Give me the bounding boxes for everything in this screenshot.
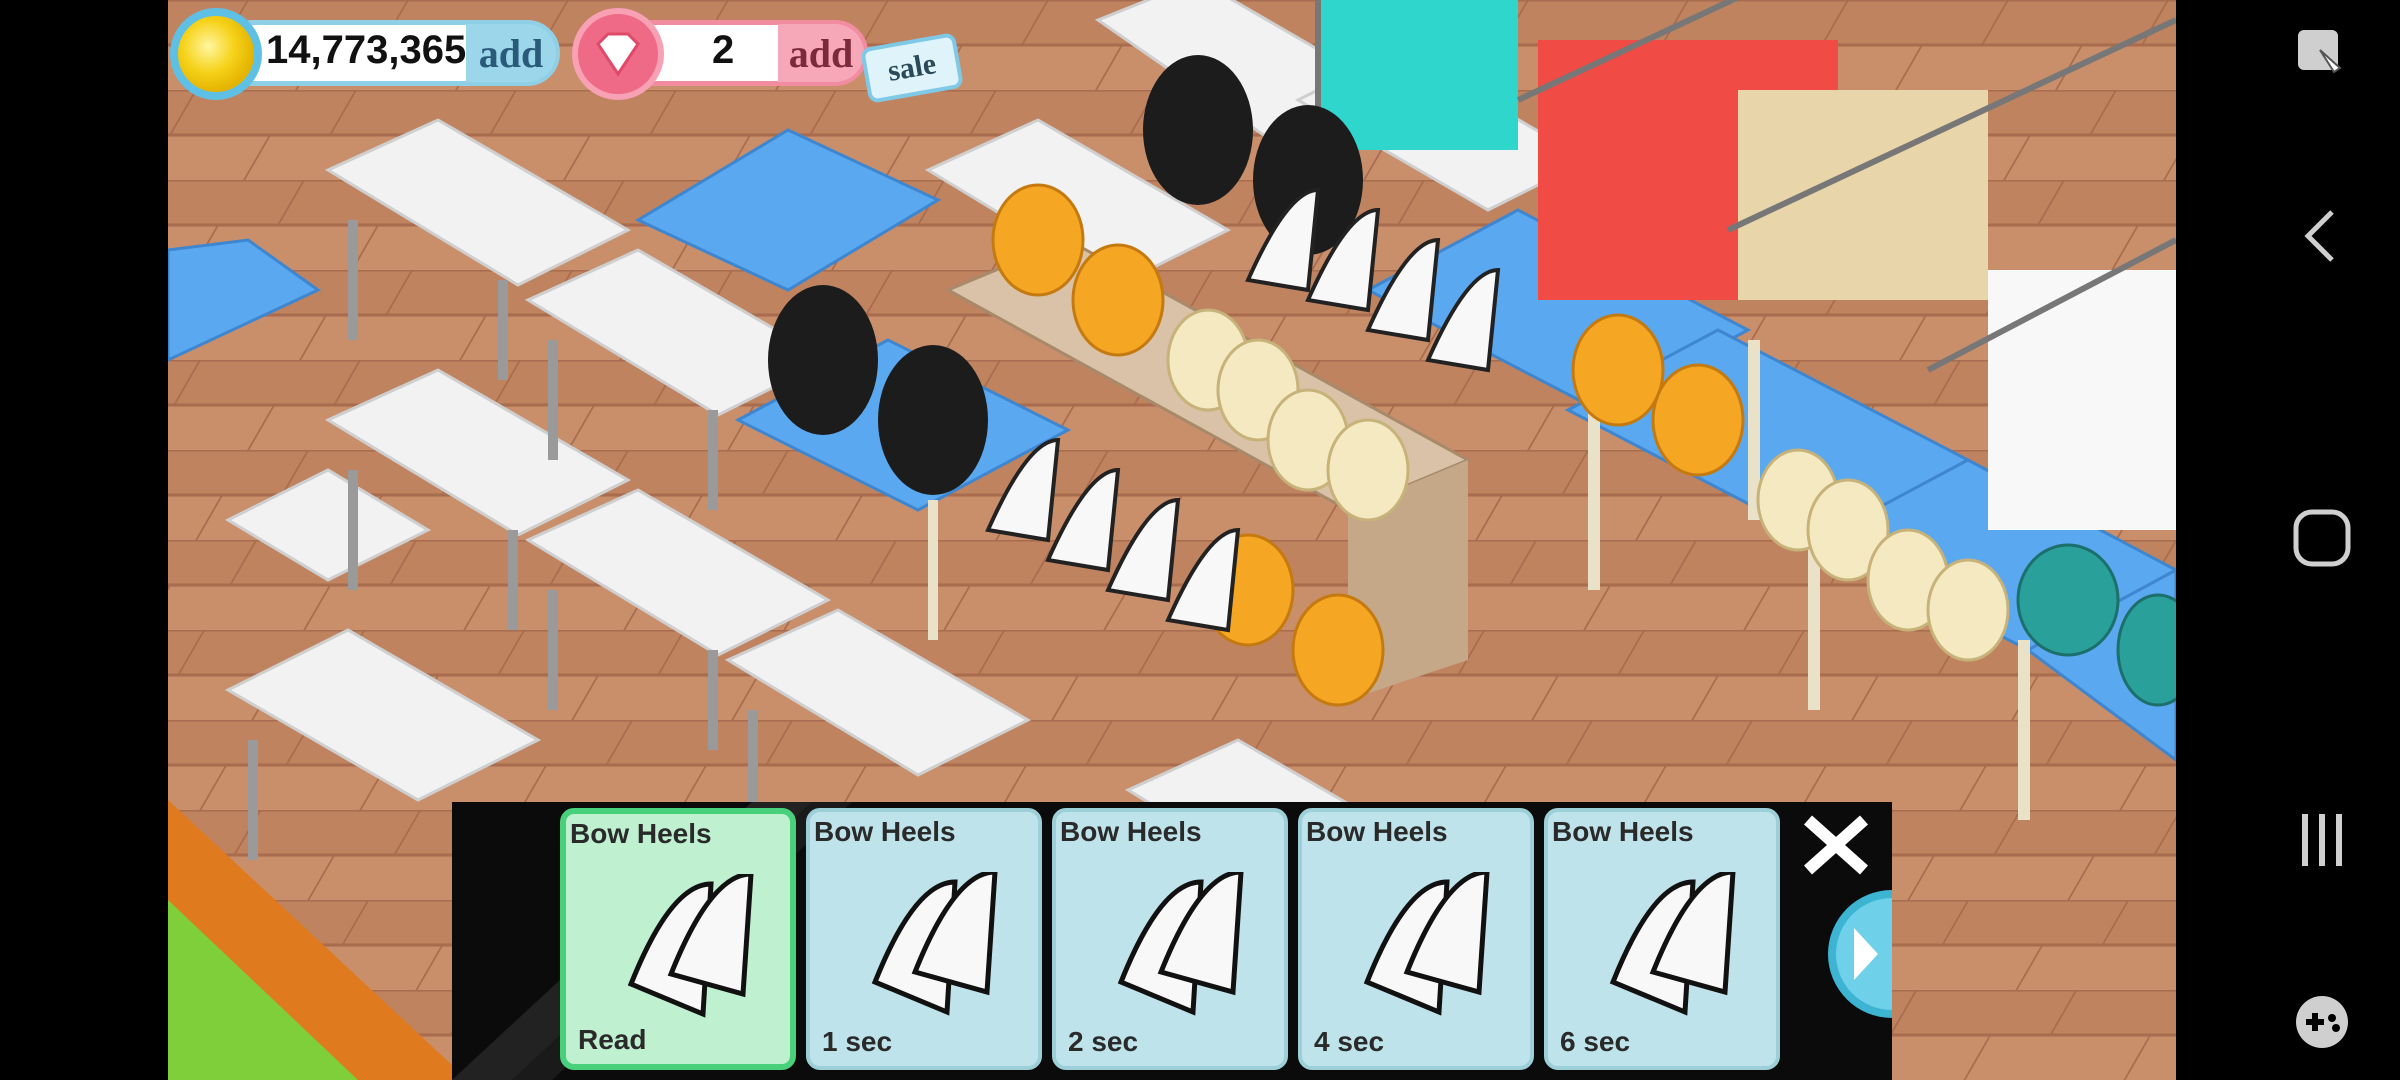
close-tray-button[interactable]	[1798, 812, 1874, 878]
item-status: 1 sec	[822, 1026, 893, 1057]
heel-icon	[1363, 872, 1490, 1016]
next-page-button[interactable]	[1816, 890, 1892, 1018]
item-name: Bow Heels	[1306, 816, 1448, 847]
add-coins-button[interactable]: add	[466, 24, 556, 82]
heel-icon	[1117, 872, 1244, 1016]
close-x-icon	[1804, 815, 1868, 875]
item-name: Bow Heels	[1552, 816, 1694, 847]
gem-icon	[572, 8, 664, 100]
item-status: 2 sec	[1068, 1026, 1139, 1057]
item-card-bow-heels-4[interactable]: Bow Heels 4 sec	[1298, 808, 1534, 1070]
item-card-bow-heels-5[interactable]: Bow Heels 6 sec	[1544, 808, 1780, 1070]
item-name: Bow Heels	[814, 816, 956, 847]
heel-icon	[627, 874, 754, 1018]
screen-lock-icon[interactable]	[2290, 22, 2354, 86]
item-status: 6 sec	[1560, 1026, 1631, 1057]
item-card-bow-heels-3[interactable]: Bow Heels 2 sec	[1052, 808, 1288, 1070]
game-tools-icon[interactable]	[2290, 990, 2354, 1054]
add-gems-button[interactable]: add	[778, 24, 864, 82]
next-arrow-icon	[1828, 890, 1892, 1018]
gem-balance: 2	[712, 28, 735, 72]
item-status: 4 sec	[1314, 1026, 1385, 1057]
coin-balance: 14,773,365	[266, 28, 467, 72]
item-status: Read	[578, 1024, 647, 1055]
heel-icon	[871, 872, 998, 1016]
item-card-bow-heels-2[interactable]: Bow Heels 1 sec	[806, 808, 1042, 1070]
item-card-bow-heels-1[interactable]: Bow Heels Read	[560, 808, 796, 1070]
recents-icon[interactable]	[2290, 808, 2354, 872]
back-icon[interactable]	[2290, 204, 2354, 268]
item-name: Bow Heels	[1060, 816, 1202, 847]
item-name: Bow Heels	[570, 818, 712, 849]
heel-icon	[1609, 872, 1736, 1016]
home-icon[interactable]	[2290, 506, 2354, 570]
coin-icon	[170, 8, 262, 100]
